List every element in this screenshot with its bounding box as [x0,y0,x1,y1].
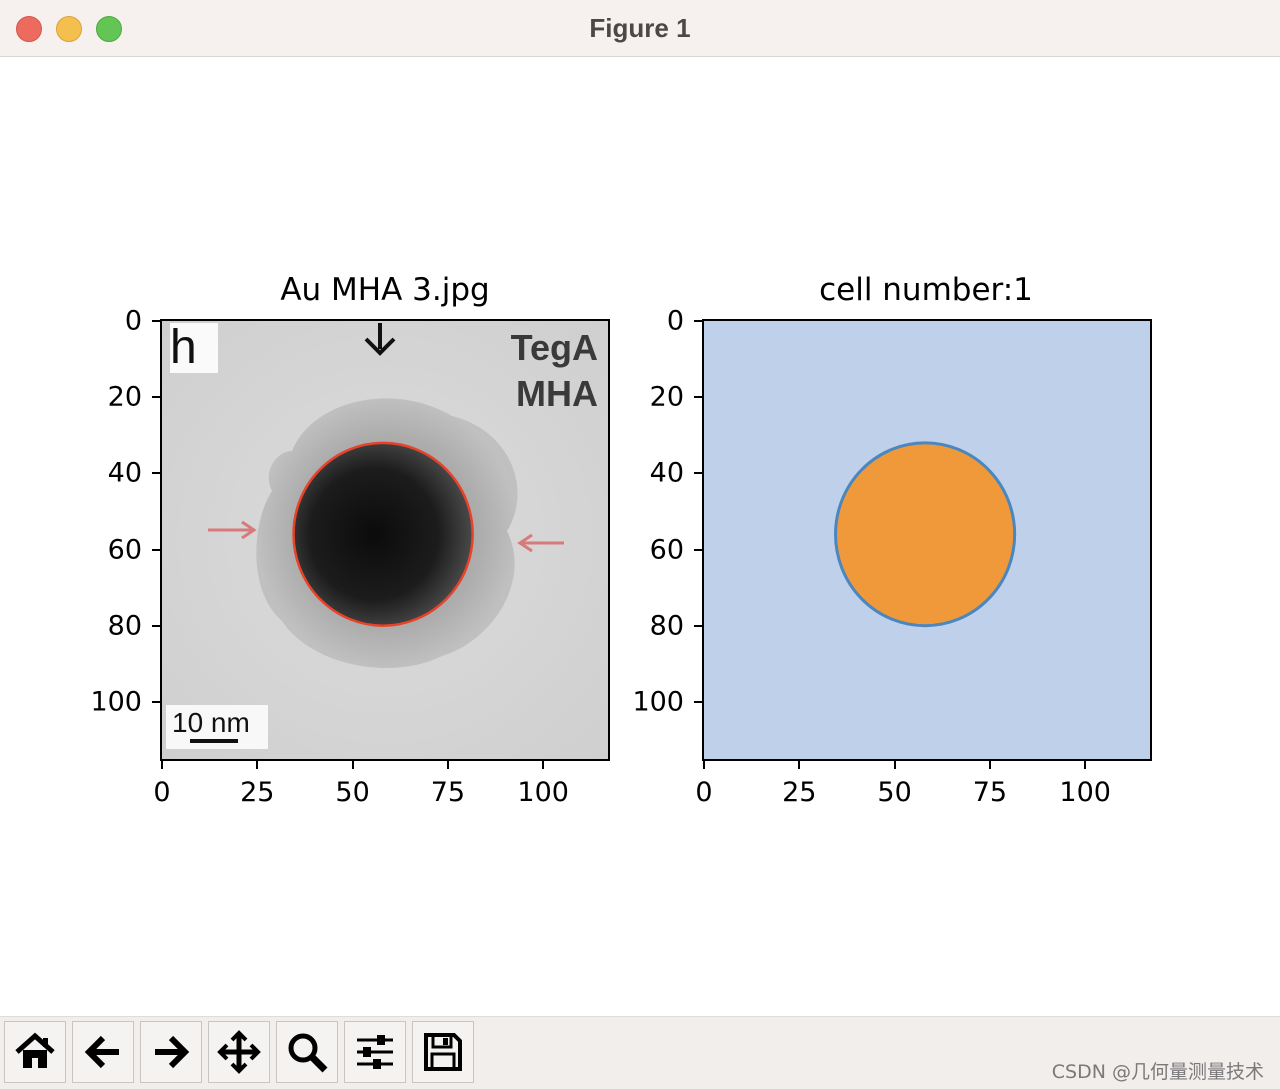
right-xtick-mark [893,761,896,769]
left-xtick-mark [256,761,259,769]
right-ytick-mark [694,396,702,399]
sample-label-line2: MHA [516,373,598,414]
right-ytick-label: 40 [649,457,684,489]
right-xtick-label: 0 [695,777,713,808]
sample-label: TegA MHA [511,325,598,417]
sliders-icon [357,1035,393,1069]
forward-button[interactable] [140,1021,202,1083]
save-figure-button[interactable] [412,1021,474,1083]
right-ytick-label: 80 [649,610,684,642]
left-xtick-label: 100 [517,777,569,808]
left-ytick-label: 100 [90,686,142,718]
left-image-panel[interactable]: h TegA MHA 10 nm [160,319,610,761]
right-ytick-mark [694,624,702,627]
window-title: Figure 1 [589,13,691,43]
left-xtick-mark [161,761,163,769]
scale-bar-label: 10 nm [172,707,250,738]
window-title-bar: Figure 1 [0,0,1280,57]
configure-subplots-button[interactable] [344,1021,406,1083]
right-ytick-mark [694,320,702,322]
pan-button[interactable] [208,1021,270,1083]
right-axes-title: cell number:1 [819,272,1033,308]
segmented-cell-region [834,441,1017,628]
panel-letter: h [170,323,218,373]
arrow-left-icon [84,1035,119,1069]
scale-bar-line [190,739,238,743]
left-ytick-mark [152,700,160,703]
right-xtick-mark [798,761,801,769]
left-axes-title: Au MHA 3.jpg [280,272,490,308]
left-xtick-mark [446,761,449,769]
left-ytick-label: 60 [107,534,142,566]
right-xtick-label: 75 [972,777,1008,808]
move-icon [217,1030,261,1074]
right-ytick-mark [694,700,702,703]
right-xtick-mark [988,761,991,769]
scale-bar: 10 nm [166,705,268,749]
right-ytick-label: 0 [666,305,684,337]
left-xtick-mark [351,761,354,769]
right-ytick-label: 20 [649,381,684,413]
left-ytick-label: 40 [107,457,142,489]
segmentation-mask [834,441,1017,628]
right-xtick-label: 50 [877,777,912,808]
home-icon [15,1032,55,1068]
left-xtick-mark [542,761,545,769]
right-xtick-label: 25 [782,777,817,808]
left-ytick-mark [152,396,160,399]
left-xtick-label: 25 [240,777,275,808]
left-xtick-label: 75 [430,777,466,808]
left-ytick-label: 80 [107,610,142,642]
right-image-panel[interactable] [702,319,1152,761]
right-ytick-label: 100 [632,686,684,718]
left-ytick-mark [152,548,160,551]
left-ytick-mark [152,624,160,627]
magnifier-icon [288,1033,328,1073]
floppy-disk-icon [424,1033,462,1071]
right-ytick-label: 60 [649,534,684,566]
right-xtick-label: 100 [1059,777,1111,808]
left-ytick-label: 20 [107,381,142,413]
zoom-button[interactable] [276,1021,338,1083]
right-ytick-mark [694,548,702,551]
home-button[interactable] [4,1021,66,1083]
back-button[interactable] [72,1021,134,1083]
left-xtick-label: 0 [153,777,171,808]
left-xtick-label: 50 [335,777,370,808]
right-xtick-mark [1084,761,1087,769]
nanoparticle-core-contour [292,441,474,627]
watermark: CSDN @几何量测量技术 [1051,1061,1264,1083]
arrow-right-icon [155,1035,190,1069]
sample-label-line1: TegA [510,327,598,368]
left-ytick-mark [152,320,160,322]
left-ytick-label: 0 [124,305,142,337]
left-ytick-mark [152,472,160,475]
right-xtick-mark [703,761,705,769]
right-ytick-mark [694,472,702,475]
